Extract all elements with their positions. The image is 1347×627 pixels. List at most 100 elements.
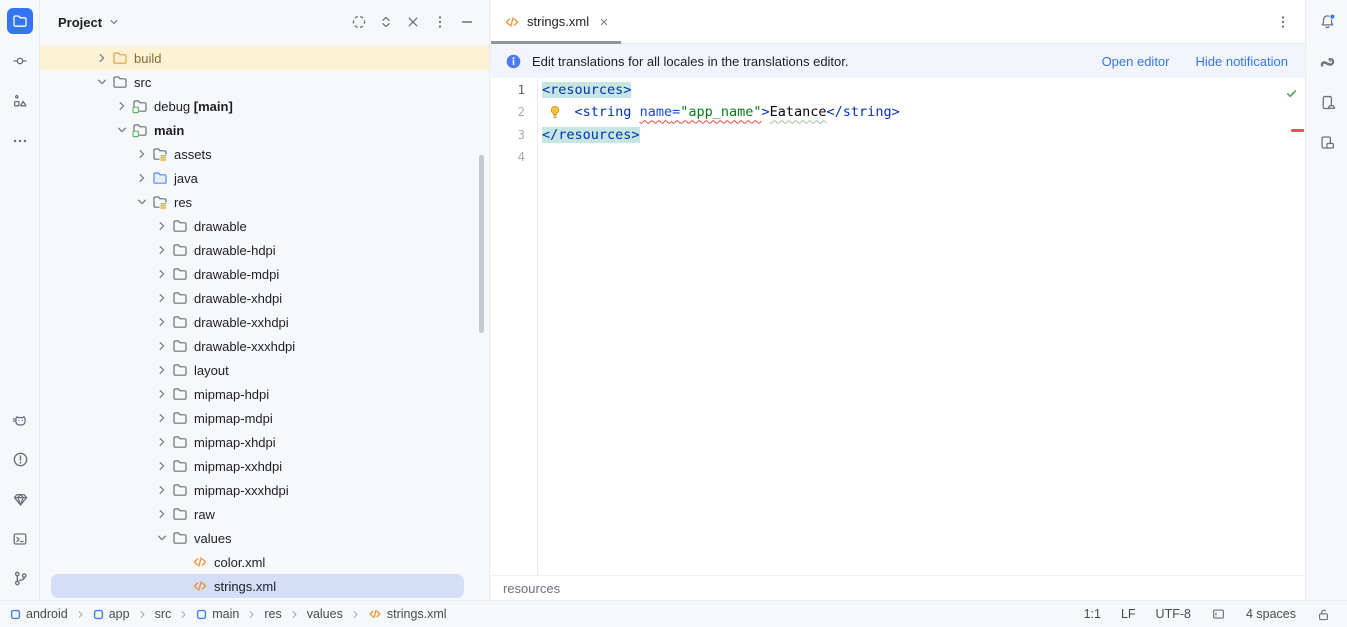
tree-item-mipmap-xhdpi[interactable]: mipmap-xhdpi [40, 430, 489, 454]
tree-scrollbar[interactable] [479, 155, 484, 333]
tree-item-label: assets [174, 147, 212, 162]
more-tool-windows-button[interactable] [7, 128, 33, 154]
chevron-right-icon[interactable] [94, 50, 110, 66]
breadcrumb-item-android[interactable]: android [10, 607, 68, 621]
tree-item-mipmap-xxxhdpi[interactable]: mipmap-xxxhdpi [40, 478, 489, 502]
chevron-right-icon[interactable] [154, 386, 170, 402]
collapse-all-icon[interactable] [405, 14, 421, 30]
tree-item-drawable-hdpi[interactable]: drawable-hdpi [40, 238, 489, 262]
tree-item-color-xml[interactable]: color.xml [40, 550, 489, 574]
hide-panel-icon[interactable] [459, 14, 475, 30]
breadcrumb-resources[interactable]: resources [503, 581, 560, 596]
breadcrumb-label: app [109, 607, 130, 621]
close-tab-icon[interactable] [598, 16, 610, 28]
terminal-tool-button[interactable] [7, 526, 33, 552]
chevron-right-icon[interactable] [134, 170, 150, 186]
line-ending-widget[interactable]: LF [1121, 607, 1136, 621]
logcat-tool-button[interactable] [7, 407, 33, 433]
hide-notification-link[interactable]: Hide notification [1196, 54, 1289, 69]
readonly-lock-icon[interactable] [1316, 607, 1331, 622]
chevron-down-icon[interactable] [134, 194, 150, 210]
caret-position-widget[interactable]: 1:1 [1084, 607, 1101, 621]
tree-item-debug[interactable]: debug [main] [40, 94, 489, 118]
tree-item-drawable-xxxhdpi[interactable]: drawable-xxxhdpi [40, 334, 489, 358]
editor-options-kebab-icon[interactable] [1275, 14, 1291, 30]
tree-item-values[interactable]: values [40, 526, 489, 550]
tree-item-label: color.xml [214, 555, 265, 570]
inspections-widget-icon[interactable] [1211, 607, 1226, 622]
intention-bulb-icon[interactable] [547, 104, 563, 120]
line-number: 2 [490, 101, 525, 123]
version-control-tool-button[interactable] [7, 565, 33, 591]
breadcrumb-separator-icon [137, 609, 148, 620]
tab-strings-xml[interactable]: strings.xml [490, 0, 622, 44]
code-line-3[interactable]: 3</resources> [490, 124, 1305, 146]
chevron-down-icon[interactable] [154, 530, 170, 546]
code-line-1[interactable]: 1<resources> [490, 79, 1305, 101]
chevron-right-icon[interactable] [154, 434, 170, 450]
breadcrumb-item-src[interactable]: src [155, 607, 172, 621]
chevron-right-icon[interactable] [154, 242, 170, 258]
tree-item-mipmap-xxhdpi[interactable]: mipmap-xxhdpi [40, 454, 489, 478]
breadcrumb-item-res[interactable]: res [264, 607, 281, 621]
problems-icon [12, 451, 29, 468]
chevron-right-icon[interactable] [154, 362, 170, 378]
tree-item-drawable[interactable]: drawable [40, 214, 489, 238]
chevron-right-icon[interactable] [154, 482, 170, 498]
more-tool-windows-icon [12, 133, 28, 149]
open-editor-link[interactable]: Open editor [1102, 54, 1170, 69]
tree-item-assets[interactable]: assets [40, 142, 489, 166]
folder-green-icon [132, 122, 148, 138]
structure-tool-button[interactable] [7, 88, 33, 114]
notifications-bell-icon[interactable] [1319, 13, 1336, 30]
panel-options-kebab-icon[interactable] [432, 14, 448, 30]
expand-all-icon[interactable] [378, 14, 394, 30]
chevron-down-icon[interactable] [94, 74, 110, 90]
select-opened-file-icon[interactable] [351, 14, 367, 30]
tree-item-strings-xml[interactable]: strings.xml [40, 574, 489, 598]
chevron-right-icon[interactable] [154, 458, 170, 474]
tree-item-res[interactable]: res [40, 190, 489, 214]
chevron-right-icon[interactable] [154, 218, 170, 234]
code-line-2[interactable]: 2 <string name="app_name">Eatance</strin… [490, 101, 1305, 123]
code-line-4[interactable]: 4 [490, 146, 1305, 168]
tree-item-mipmap-mdpi[interactable]: mipmap-mdpi [40, 406, 489, 430]
gradle-icon[interactable] [1319, 54, 1336, 71]
device-manager-icon[interactable] [1319, 94, 1336, 111]
tree-item-drawable-xxhdpi[interactable]: drawable-xxhdpi [40, 310, 489, 334]
encoding-widget[interactable]: UTF-8 [1156, 607, 1191, 621]
chevron-right-icon[interactable] [154, 290, 170, 306]
tree-item-main[interactable]: main [40, 118, 489, 142]
chevron-right-icon[interactable] [154, 266, 170, 282]
breadcrumb-item-main[interactable]: main [196, 607, 239, 621]
tree-item-label: res [174, 195, 192, 210]
commit-tool-button[interactable] [7, 48, 33, 74]
chevron-right-icon[interactable] [154, 314, 170, 330]
tree-item-java[interactable]: java [40, 166, 489, 190]
code-editor[interactable]: 1<resources>2 <string name="app_name">Ea… [490, 79, 1305, 575]
chevron-right-icon[interactable] [134, 146, 150, 162]
breadcrumb-item-app[interactable]: app [93, 607, 130, 621]
tree-item-mipmap-hdpi[interactable]: mipmap-hdpi [40, 382, 489, 406]
tree-item-drawable-xhdpi[interactable]: drawable-xhdpi [40, 286, 489, 310]
chevron-right-icon[interactable] [114, 98, 130, 114]
chevron-down-icon[interactable] [114, 122, 130, 138]
chevron-right-icon[interactable] [154, 410, 170, 426]
project-panel-title[interactable]: Project [58, 15, 102, 30]
tree-item-src[interactable]: src [40, 70, 489, 94]
indent-widget[interactable]: 4 spaces [1246, 607, 1296, 621]
problems-tool-button[interactable] [7, 446, 33, 472]
chevron-right-icon[interactable] [154, 338, 170, 354]
tree-item-label: strings.xml [214, 579, 276, 594]
running-devices-icon[interactable] [1319, 134, 1336, 151]
tree-item-layout[interactable]: layout [40, 358, 489, 382]
app-quality-insights-tool-button[interactable] [7, 486, 33, 512]
breadcrumb-item-values[interactable]: values [307, 607, 343, 621]
breadcrumb-item-strings-xml[interactable]: strings.xml [368, 607, 447, 621]
tree-item-drawable-mdpi[interactable]: drawable-mdpi [40, 262, 489, 286]
chevron-right-icon[interactable] [154, 506, 170, 522]
tree-item-build[interactable]: build [40, 46, 489, 70]
project-view-chevron-down-icon[interactable] [108, 16, 120, 28]
tree-item-raw[interactable]: raw [40, 502, 489, 526]
project-tool-button[interactable] [7, 8, 33, 34]
